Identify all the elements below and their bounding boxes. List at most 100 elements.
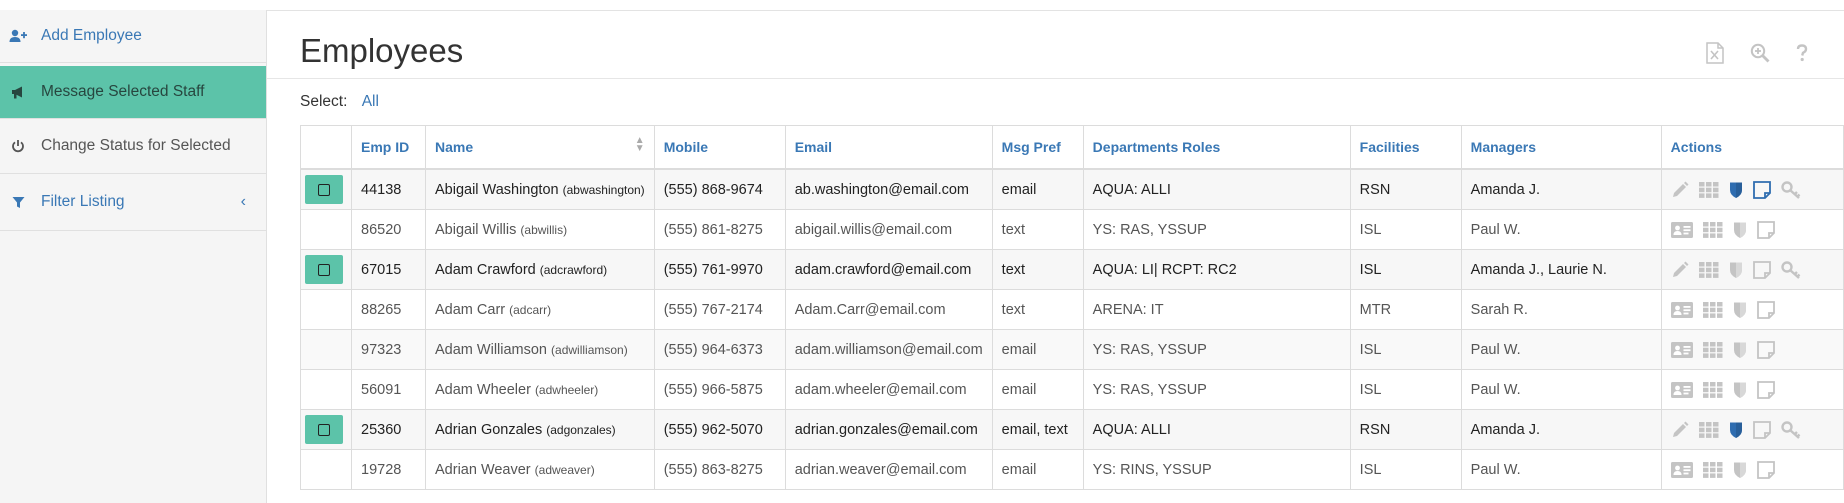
shield-icon[interactable] — [1729, 421, 1743, 439]
column-header-emp-id[interactable]: Emp ID — [351, 125, 426, 170]
msg-pref-cell: email — [991, 168, 1084, 210]
row-select-cell[interactable] — [300, 329, 352, 370]
facility-cell: ISL — [1349, 329, 1462, 370]
schedule-grid-icon[interactable] — [1702, 381, 1723, 398]
table-row[interactable]: 86520 Abigail Willis (abwillis) (555) 861-… — [300, 209, 1844, 250]
msg-pref-cell: email — [991, 369, 1084, 410]
checkbox-icon — [318, 263, 330, 276]
checkbox-icon — [318, 423, 330, 436]
name-cell: Adrian Weaver (adweaver) — [425, 449, 655, 490]
facility-cell: RSN — [1349, 168, 1462, 210]
departments-roles-cell: YS: RAS, YSSUP — [1082, 329, 1351, 370]
schedule-grid-icon[interactable] — [1702, 301, 1723, 318]
actions-cell — [1660, 289, 1844, 330]
row-select-cell[interactable] — [300, 168, 352, 210]
note-icon[interactable] — [1752, 420, 1771, 439]
shield-icon[interactable] — [1733, 381, 1747, 399]
column-header-name[interactable]: Name ▲ ▼ — [425, 125, 655, 170]
shield-icon[interactable] — [1733, 301, 1747, 319]
schedule-grid-icon[interactable] — [1702, 461, 1723, 478]
shield-icon[interactable] — [1733, 341, 1747, 359]
id-card-icon[interactable] — [1670, 381, 1693, 398]
column-header-name-label: Name — [435, 139, 474, 155]
shield-icon[interactable] — [1729, 261, 1743, 279]
name-cell: Adam Williamson (adwilliamson) — [425, 329, 655, 370]
key-icon[interactable] — [1780, 260, 1801, 279]
edit-pencil-icon[interactable] — [1671, 261, 1689, 279]
chevron-left-icon[interactable]: ‹ — [241, 193, 246, 211]
row-select-cell[interactable] — [300, 249, 352, 290]
edit-pencil-icon[interactable] — [1671, 421, 1689, 439]
note-icon[interactable] — [1752, 260, 1771, 279]
managers-cell: Amanda J. — [1460, 168, 1662, 210]
column-header-departments-roles[interactable]: Departments Roles — [1082, 125, 1351, 170]
row-actions — [1671, 180, 1834, 199]
schedule-grid-icon[interactable] — [1698, 181, 1719, 198]
edit-pencil-icon[interactable] — [1671, 181, 1689, 199]
column-header-msg-pref[interactable]: Msg Pref — [991, 125, 1084, 170]
add-employee-button[interactable]: Add Employee — [0, 10, 266, 63]
id-card-icon[interactable] — [1670, 221, 1693, 238]
row-select-cell[interactable] — [300, 209, 352, 250]
mobile-cell: (555) 861-8275 — [653, 209, 786, 250]
note-icon[interactable] — [1756, 460, 1775, 479]
note-icon[interactable] — [1756, 220, 1775, 239]
shield-icon[interactable] — [1733, 461, 1747, 479]
row-select-cell[interactable] — [300, 409, 352, 450]
key-icon[interactable] — [1780, 180, 1801, 199]
email-cell: adam.crawford@email.com — [784, 249, 993, 290]
actions-cell — [1660, 168, 1844, 210]
row-select-checkbox[interactable] — [305, 175, 343, 204]
schedule-grid-icon[interactable] — [1702, 341, 1723, 358]
row-select-cell[interactable] — [300, 289, 352, 330]
table-row[interactable]: 56091 Adam Wheeler (adwheeler) (555) 966-5… — [300, 369, 1844, 410]
note-icon[interactable] — [1752, 180, 1771, 199]
note-icon[interactable] — [1756, 340, 1775, 359]
key-icon[interactable] — [1780, 420, 1801, 439]
message-selected-staff-button[interactable]: Message Selected Staff — [0, 66, 266, 119]
schedule-grid-icon[interactable] — [1702, 221, 1723, 238]
row-actions — [1670, 460, 1834, 479]
shield-icon[interactable] — [1733, 221, 1747, 239]
filter-listing-label: Filter Listing — [41, 193, 125, 210]
select-all-link[interactable]: All — [362, 93, 379, 110]
filter-listing-toggle[interactable]: Filter Listing ‹ — [0, 174, 266, 231]
employee-username: (adwheeler) — [534, 382, 599, 397]
select-column-header — [300, 125, 352, 170]
table-row[interactable]: 25360 Adrian Gonzales (adgonzales) (555) 9… — [300, 409, 1844, 450]
shield-icon[interactable] — [1729, 181, 1743, 199]
help-icon[interactable] — [1796, 44, 1808, 67]
employee-name: Abigail Willis — [435, 221, 517, 238]
column-header-facilities[interactable]: Facilities — [1349, 125, 1462, 170]
id-card-icon[interactable] — [1670, 301, 1693, 318]
table-row[interactable]: 67015 Adam Crawford (adcrawford) (555) 761… — [300, 249, 1844, 290]
msg-pref-cell: email — [991, 449, 1084, 490]
row-select-cell[interactable] — [300, 449, 352, 490]
row-actions — [1671, 420, 1834, 439]
note-icon[interactable] — [1756, 300, 1775, 319]
row-select-checkbox[interactable] — [305, 415, 343, 444]
departments-roles-cell: AQUA: LI| RCPT: RC2 — [1082, 249, 1351, 290]
table-row[interactable]: 44138 Abigail Washington (abwashington) (5… — [300, 168, 1844, 210]
schedule-grid-icon[interactable] — [1698, 261, 1719, 278]
row-select-checkbox[interactable] — [305, 255, 343, 284]
excel-export-icon[interactable] — [1706, 42, 1724, 69]
table-row[interactable]: 19728 Adrian Weaver (adweaver) (555) 863-8… — [300, 449, 1844, 490]
row-select-cell[interactable] — [300, 369, 352, 410]
schedule-grid-icon[interactable] — [1698, 421, 1719, 438]
column-header-managers[interactable]: Managers — [1460, 125, 1662, 170]
table-row[interactable]: 88265 Adam Carr (adcarr) (555) 767-2174 Ada… — [300, 289, 1844, 330]
employee-name: Adrian Weaver — [435, 461, 531, 478]
column-header-email[interactable]: Email — [784, 125, 993, 170]
change-status-button[interactable]: Change Status for Selected — [0, 119, 266, 174]
name-cell: Adam Carr (adcarr) — [425, 289, 655, 330]
zoom-in-icon[interactable] — [1750, 43, 1770, 68]
note-icon[interactable] — [1756, 380, 1775, 399]
id-card-icon[interactable] — [1670, 341, 1693, 358]
sort-icon[interactable]: ▲ ▼ — [635, 136, 645, 154]
managers-cell: Paul W. — [1460, 449, 1662, 490]
emp-id-cell: 88265 — [351, 289, 426, 330]
column-header-mobile[interactable]: Mobile — [653, 125, 786, 170]
table-row[interactable]: 97323 Adam Williamson (adwilliamson) (555)… — [300, 329, 1844, 370]
id-card-icon[interactable] — [1670, 461, 1693, 478]
